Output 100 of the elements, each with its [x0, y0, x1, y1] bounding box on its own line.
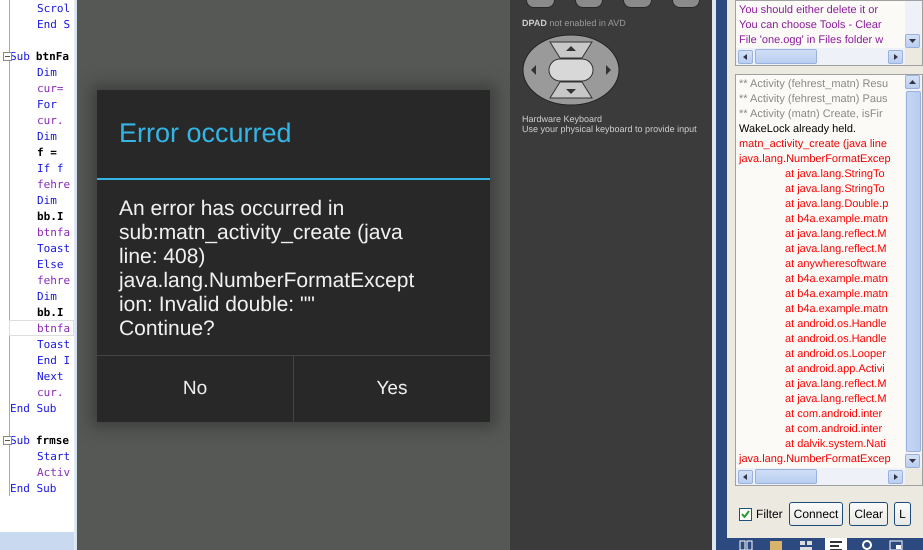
scroll-left-icon[interactable] — [738, 470, 753, 484]
code-text: bb.I — [37, 306, 64, 318]
taskbar-item[interactable] — [825, 538, 847, 550]
scroll-down-icon[interactable] — [905, 454, 920, 468]
log-line: at android.os.Looper — [784, 347, 887, 362]
folder-icon — [769, 540, 783, 550]
code-text: Dim — [37, 66, 57, 78]
log-line: at com.android.inter — [784, 422, 884, 437]
dpad-note: DPAD not enabled in AVD — [522, 18, 627, 28]
dpad-drawing[interactable] — [522, 34, 620, 106]
code-text: Scrol — [37, 2, 70, 14]
log-line: at android.os.Handle — [784, 317, 888, 332]
log-line: at android.os.Handle — [784, 332, 888, 347]
scroll-down-icon[interactable] — [905, 34, 920, 48]
log-line: at java.lang.StringTo — [784, 182, 886, 197]
code-text: Next — [37, 370, 64, 382]
code-text: btnfa — [37, 226, 70, 238]
log-line: File 'one.ogg' in Files folder w — [739, 33, 884, 48]
hardware-key[interactable] — [623, 0, 652, 8]
vertical-scrollbar[interactable] — [905, 1, 922, 48]
filter-label: Filter — [756, 507, 783, 521]
dialog-title: Error occurred — [118, 117, 293, 150]
log-line: at anywheresoftware — [784, 257, 888, 272]
code-text: frmse — [36, 434, 69, 446]
code-text: Dim — [37, 290, 57, 302]
log-line: at b4a.example.matn — [784, 287, 889, 302]
log-line: at java.lang.StringTo — [784, 167, 886, 182]
code-text: End S — [37, 18, 70, 30]
scrollbar-thumb[interactable] — [755, 469, 817, 484]
code-text: bb.I — [37, 210, 64, 222]
keyboard-title: Hardware Keyboard — [522, 114, 604, 124]
log-line: java.lang.NumberFormatExcep — [739, 152, 892, 167]
grid-icon — [799, 540, 813, 550]
code-text: End Sub — [10, 402, 56, 414]
log-line: at java.lang.reflect.M — [784, 242, 888, 257]
code-text: End I — [37, 354, 70, 366]
code-text: Toast — [37, 338, 70, 350]
code-text: btnFa — [36, 50, 69, 62]
code-text: cur= — [37, 82, 64, 94]
splitter-bar[interactable] — [712, 0, 727, 550]
book-icon — [739, 540, 753, 550]
search-icon — [859, 540, 873, 550]
log-line: You should either delete it or — [739, 3, 880, 18]
filter-checkbox[interactable] — [739, 508, 752, 520]
code-text: fehre — [37, 178, 70, 190]
horizontal-scrollbar[interactable] — [736, 48, 905, 65]
log-line: at com.android.inter — [784, 407, 884, 422]
log-button[interactable]: Clear — [849, 502, 888, 526]
code-text: cur. — [37, 386, 64, 398]
log-button[interactable]: Connect — [788, 502, 844, 526]
code-text: Else — [37, 258, 64, 270]
log-line: at b4a.example.matn — [784, 272, 889, 287]
hardware-key[interactable] — [526, 0, 554, 8]
log-line: ** Activity (matn) Create, isFir — [739, 107, 884, 122]
log-line: at java.lang.Double.p — [784, 197, 890, 212]
code-text: End Sub — [10, 482, 56, 494]
code-text: f = — [37, 146, 57, 158]
log-line: at b4a.example.matn — [784, 302, 889, 317]
hardware-key[interactable] — [574, 0, 603, 8]
check-icon — [741, 510, 750, 518]
log-line: at java.lang.reflect.M — [784, 227, 888, 242]
log-line: ** Activity (fehrest_matn) Resu — [739, 77, 890, 92]
hardware-key[interactable] — [672, 0, 700, 8]
scroll-left-icon[interactable] — [738, 50, 753, 64]
horizontal-scrollbar[interactable] — [736, 468, 905, 485]
code-text: fehre — [37, 274, 70, 286]
dialog-button[interactable]: No — [97, 356, 293, 422]
keyboard-note: Use your physical keyboard to provide input — [522, 124, 698, 134]
scrollbar-thumb[interactable] — [755, 49, 817, 64]
scroll-right-icon[interactable] — [888, 50, 903, 64]
code-text: Dim — [37, 194, 57, 206]
code-text: Activ — [37, 466, 70, 478]
dialog-button[interactable]: Yes — [293, 356, 490, 422]
log-line: WakeLock already held. — [739, 122, 857, 137]
collapse-icon[interactable] — [3, 436, 12, 445]
log-line: at android.app.Activi — [784, 362, 886, 377]
error-message: An error has occurred in sub:matn_activity_create (java line: 408) java.lang.NumberFormatExcept ion: Invalid double: "" Continue? — [118, 196, 416, 342]
scroll-up-icon[interactable] — [905, 75, 920, 89]
log-line: ** Activity (fehrest_matn) Paus — [739, 92, 889, 107]
log-line: at b4a.example.matn — [784, 212, 889, 227]
window-icon — [889, 540, 903, 550]
code-text: If f — [37, 162, 64, 174]
log-line: java.lang.NumberFormatExcep — [739, 452, 892, 467]
log-line: matn_activity_create (java line — [739, 137, 888, 152]
scroll-right-icon[interactable] — [888, 470, 903, 484]
scrollbar-thumb[interactable] — [906, 91, 921, 452]
vertical-scrollbar[interactable] — [905, 75, 922, 468]
code-text: For — [37, 98, 57, 110]
log-button[interactable]: L — [894, 502, 911, 526]
log-line: at java.lang.reflect.M — [784, 392, 888, 407]
code-text: cur. — [37, 114, 64, 126]
log-line: You can choose Tools - Clear — [739, 18, 882, 33]
log-line: at dalvik.system.Nati — [784, 437, 887, 452]
log-line: at java.lang.reflect.M — [784, 377, 888, 392]
code-text: Dim — [37, 130, 57, 142]
code-text: btnfa — [37, 322, 70, 334]
code-text: Toast — [37, 242, 70, 254]
list-icon — [829, 540, 843, 550]
collapse-icon[interactable] — [3, 52, 12, 61]
code-text: Start — [37, 450, 70, 462]
